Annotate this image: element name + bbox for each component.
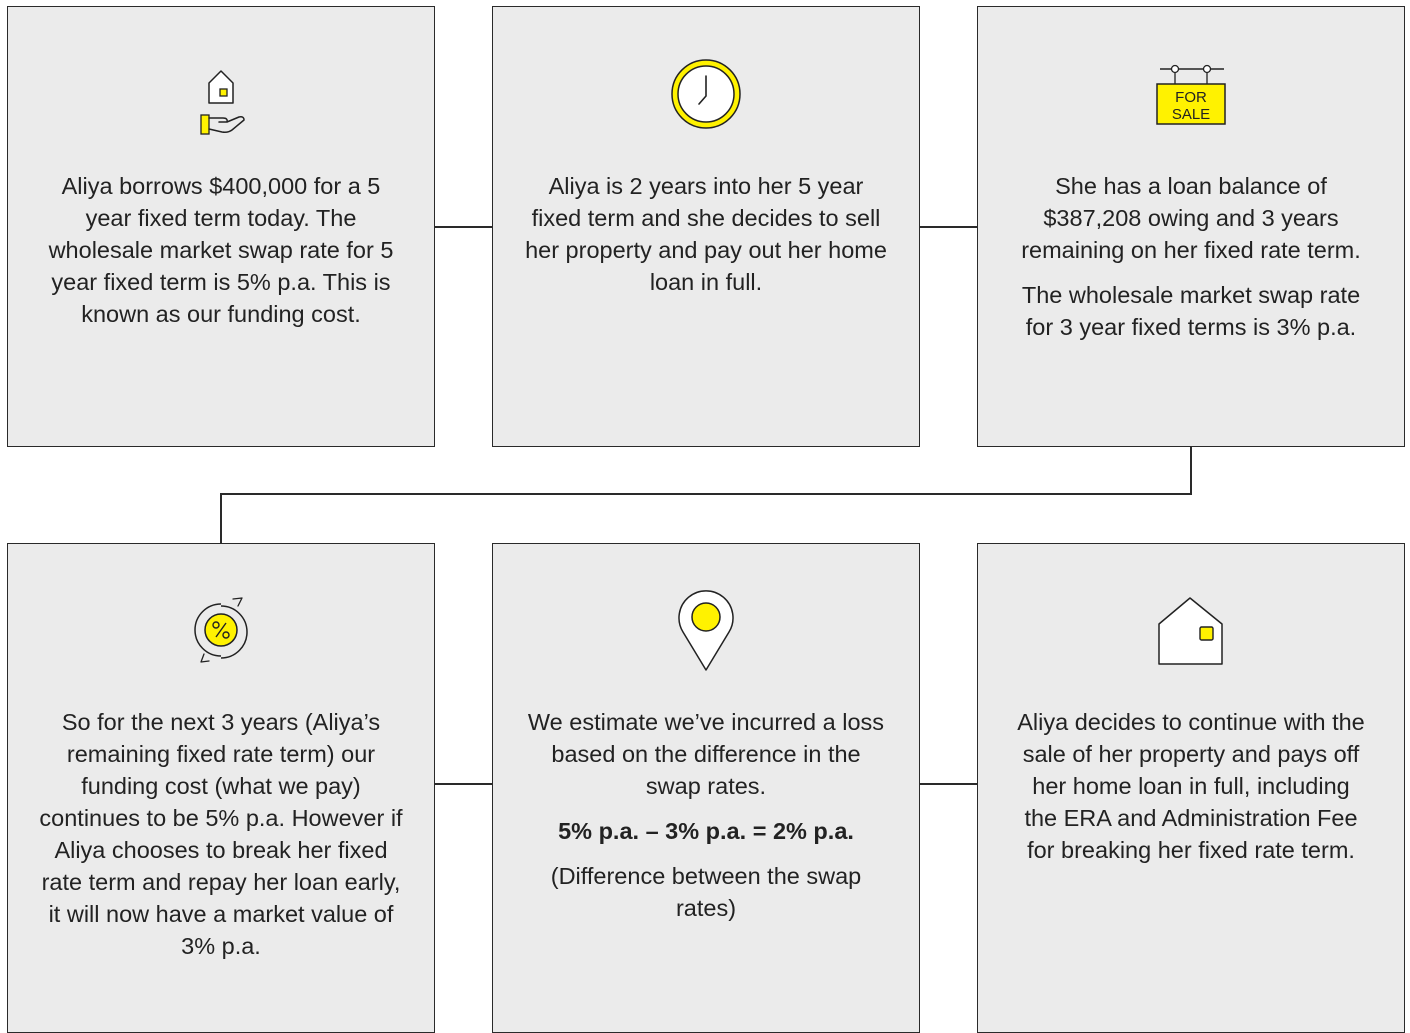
hand-house-icon [176, 47, 266, 137]
location-pin-icon [661, 584, 751, 674]
step-paragraph: Aliya is 2 years into her 5 year fixed t… [525, 173, 887, 295]
step-paragraph: Aliya decides to continue with the sale … [1017, 709, 1365, 863]
step-paragraph: Aliya borrows $400,000 for a 5 year fixe… [48, 173, 394, 327]
connector-3-4-down [1190, 447, 1192, 494]
sign-word-for: FOR [1175, 89, 1207, 106]
step-text: She has a loan balance of $387,208 owing… [1016, 170, 1366, 356]
percent-cycle-icon [176, 584, 266, 674]
step-card-6: Aliya decides to continue with the sale … [977, 543, 1405, 1033]
sign-word-sale: SALE [1172, 106, 1210, 123]
step-paragraph: We estimate we’ve incurred a loss based … [527, 709, 885, 799]
connector-1-2 [435, 226, 492, 228]
step-card-5: We estimate we’ve incurred a loss based … [492, 543, 920, 1033]
connector-3-4-across [220, 493, 1192, 495]
step-text: So for the next 3 years (Aliya’s remaini… [36, 706, 406, 975]
step-text: Aliya is 2 years into her 5 year fixed t… [521, 170, 891, 311]
step-formula: 5% p.a. – 3% p.a. = 2% p.a. [558, 818, 854, 844]
connector-3-4-drop [220, 493, 222, 543]
step-paragraph: The wholesale market swap rate for 3 yea… [1021, 282, 1361, 340]
connector-5-6 [920, 783, 977, 785]
step-paragraph: (Difference between the swap rates) [550, 863, 862, 921]
step-paragraph: She has a loan balance of $387,208 owing… [1021, 173, 1361, 263]
step-text: Aliya decides to continue with the sale … [1016, 706, 1366, 879]
connector-2-3 [920, 226, 977, 228]
step-card-2: Aliya is 2 years into her 5 year fixed t… [492, 6, 920, 447]
connector-4-5 [435, 783, 492, 785]
for-sale-sign-icon: FOR SALE [1146, 47, 1236, 137]
house-icon [1146, 584, 1236, 674]
step-paragraph: So for the next 3 years (Aliya’s remaini… [39, 709, 403, 959]
step-card-4: So for the next 3 years (Aliya’s remaini… [7, 543, 435, 1033]
step-card-3: FOR SALE She has a loan balance of $387,… [977, 6, 1405, 447]
step-text: We estimate we’ve incurred a loss based … [526, 706, 886, 937]
step-card-1: Aliya borrows $400,000 for a 5 year fixe… [7, 6, 435, 447]
step-text: Aliya borrows $400,000 for a 5 year fixe… [46, 170, 396, 343]
clock-icon [661, 47, 751, 137]
